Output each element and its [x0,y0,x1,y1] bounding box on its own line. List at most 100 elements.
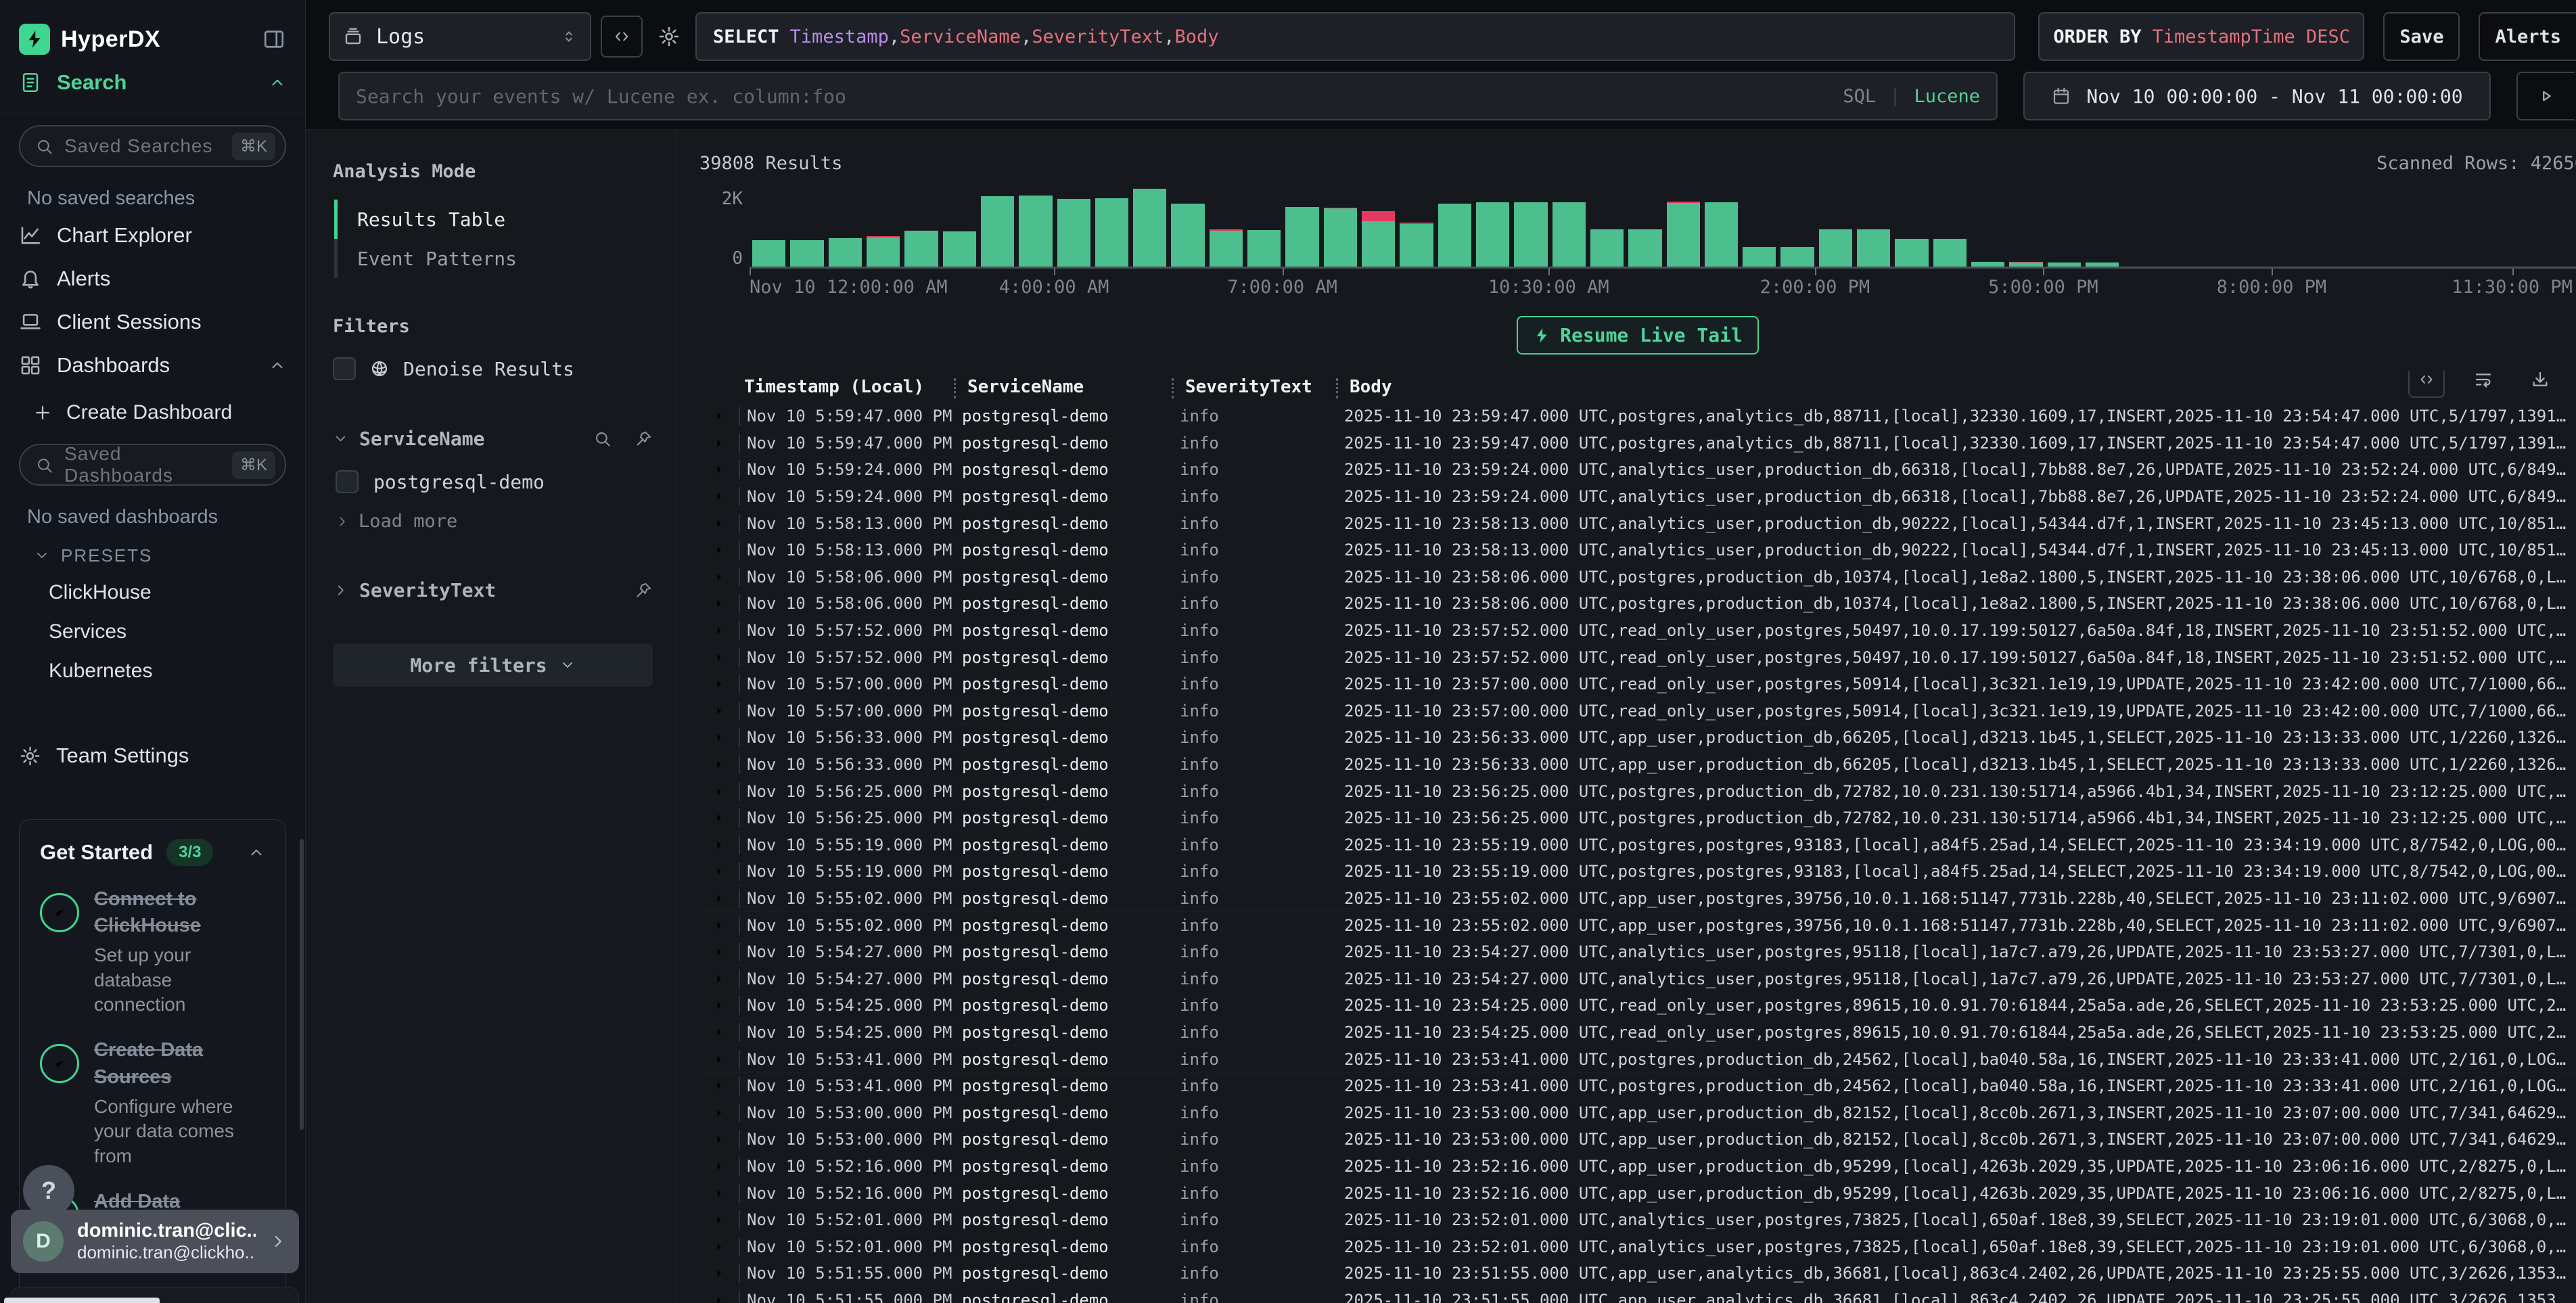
chevron-up-icon[interactable] [248,844,265,861]
row-expand-chevron[interactable] [699,597,739,610]
log-row[interactable]: Nov 10 5:57:00.000 PMpostgresql-demoinfo… [699,698,2576,725]
log-row[interactable]: Nov 10 5:57:52.000 PMpostgresql-demoinfo… [699,644,2576,671]
log-row[interactable]: Nov 10 5:56:33.000 PMpostgresql-demoinfo… [699,752,2576,779]
sidebar-item-dashboards[interactable]: Dashboards [19,344,286,387]
row-expand-chevron[interactable] [699,1026,739,1039]
row-expand-chevron[interactable] [699,999,739,1012]
presets-header[interactable]: PRESETS [19,538,286,573]
row-expand-chevron[interactable] [699,463,739,476]
log-row[interactable]: Nov 10 5:55:19.000 PMpostgresql-demoinfo… [699,859,2576,886]
mode-results-table[interactable]: Results Table [333,200,653,239]
sidebar-item-chart-explorer[interactable]: Chart Explorer [19,214,286,257]
saved-searches-input[interactable]: Saved Searches ⌘K [19,125,286,167]
search-input[interactable]: Search your events w/ Lucene ex. column:… [338,72,1998,120]
source-select[interactable]: Logs [329,12,591,61]
row-expand-chevron[interactable] [699,1240,739,1254]
row-expand-chevron[interactable] [699,1294,739,1303]
column-header-severitytext[interactable]: SeverityText [1180,377,1344,397]
row-expand-chevron[interactable] [699,1213,739,1227]
row-expand-chevron[interactable] [699,811,739,825]
filter-group-severitytext[interactable]: SeverityText [333,579,653,601]
filter-option-checkbox[interactable] [336,470,359,493]
log-row[interactable]: Nov 10 5:54:27.000 PMpostgresql-demoinfo… [699,965,2576,992]
filter-option-postgresql-demo[interactable]: postgresql-demo [333,470,653,493]
row-expand-chevron[interactable] [699,1079,739,1093]
log-row[interactable]: Nov 10 5:59:47.000 PMpostgresql-demoinfo… [699,403,2576,430]
lang-toggle-lucene[interactable]: Lucene [1914,86,1980,107]
alerts-button[interactable]: Alerts [2479,12,2576,61]
create-dashboard-button[interactable]: Create Dashboard [19,392,286,433]
task-item-connect-to-clickhouse[interactable]: Connect to ClickHouseSet up your databas… [40,886,265,1017]
preset-item-clickhouse[interactable]: ClickHouse [19,573,286,612]
log-row[interactable]: Nov 10 5:55:02.000 PMpostgresql-demoinfo… [699,912,2576,939]
edit-source-button[interactable] [601,16,643,58]
log-row[interactable]: Nov 10 5:56:33.000 PMpostgresql-demoinfo… [699,725,2576,752]
pin-icon[interactable] [635,581,653,599]
row-expand-chevron[interactable] [699,785,739,798]
log-row[interactable]: Nov 10 5:59:24.000 PMpostgresql-demoinfo… [699,457,2576,484]
saved-dashboards-input[interactable]: Saved Dashboards ⌘K [19,444,286,486]
row-expand-chevron[interactable] [699,543,739,557]
more-filters-button[interactable]: More filters [333,643,653,687]
row-expand-chevron[interactable] [699,436,739,450]
date-range-picker[interactable]: Nov 10 00:00:00 - Nov 11 00:00:00 [2023,72,2491,120]
row-expand-chevron[interactable] [699,409,739,423]
log-row[interactable]: Nov 10 5:52:01.000 PMpostgresql-demoinfo… [699,1233,2576,1260]
row-expand-chevron[interactable] [699,1187,739,1200]
row-expand-chevron[interactable] [699,624,739,637]
log-row[interactable]: Nov 10 5:53:00.000 PMpostgresql-demoinfo… [699,1099,2576,1126]
log-row[interactable]: Nov 10 5:51:55.000 PMpostgresql-demoinfo… [699,1260,2576,1287]
load-more-button[interactable]: Load more [333,511,653,532]
log-row[interactable]: Nov 10 5:58:13.000 PMpostgresql-demoinfo… [699,537,2576,564]
log-row[interactable]: Nov 10 5:58:06.000 PMpostgresql-demoinfo… [699,564,2576,591]
row-expand-chevron[interactable] [699,490,739,503]
row-expand-chevron[interactable] [699,651,739,664]
search-icon[interactable] [593,430,612,448]
row-expand-chevron[interactable] [699,945,739,959]
select-columns-input[interactable]: SELECT Timestamp,ServiceName,SeverityTex… [695,12,2015,61]
mode-event-patterns[interactable]: Event Patterns [333,239,653,278]
log-row[interactable]: Nov 10 5:59:24.000 PMpostgresql-demoinfo… [699,484,2576,511]
log-row[interactable]: Nov 10 5:51:55.000 PMpostgresql-demoinfo… [699,1287,2576,1303]
log-row[interactable]: Nov 10 5:57:00.000 PMpostgresql-demoinfo… [699,671,2576,698]
log-row[interactable]: Nov 10 5:55:02.000 PMpostgresql-demoinfo… [699,886,2576,913]
filter-group-servicename[interactable]: ServiceName [333,428,653,450]
row-expand-chevron[interactable] [699,919,739,932]
log-row[interactable]: Nov 10 5:53:41.000 PMpostgresql-demoinfo… [699,1073,2576,1100]
task-item-create-data-sources[interactable]: Create Data SourcesConfigure where your … [40,1037,265,1168]
column-header-timestamp[interactable]: Timestamp (Local) [739,377,962,397]
row-expand-chevron[interactable] [699,517,739,530]
resume-live-tail-button[interactable]: Resume Live Tail [1517,316,1759,355]
row-expand-chevron[interactable] [699,1106,739,1120]
order-by-input[interactable]: ORDER BY TimestampTime DESC [2038,12,2364,61]
row-expand-chevron[interactable] [699,570,739,584]
row-expand-chevron[interactable] [699,1160,739,1173]
sidebar-item-team-settings[interactable]: Team Settings [19,734,286,777]
save-button[interactable]: Save [2383,12,2460,61]
column-header-body[interactable]: Body [1344,377,2576,397]
user-menu[interactable]: D dominic.tran@clic... dominic.tran@clic… [11,1210,299,1273]
denoise-checkbox[interactable] [333,357,356,380]
log-row[interactable]: Nov 10 5:52:16.000 PMpostgresql-demoinfo… [699,1180,2576,1207]
row-expand-chevron[interactable] [699,972,739,986]
log-row[interactable]: Nov 10 5:54:25.000 PMpostgresql-demoinfo… [699,992,2576,1020]
row-expand-chevron[interactable] [699,1266,739,1280]
collapse-sidebar-icon[interactable] [262,27,286,51]
log-row[interactable]: Nov 10 5:52:16.000 PMpostgresql-demoinfo… [699,1153,2576,1181]
sidebar-scrollbar[interactable] [300,839,304,1130]
row-expand-chevron[interactable] [699,758,739,771]
log-row[interactable]: Nov 10 5:52:01.000 PMpostgresql-demoinfo… [699,1207,2576,1234]
sidebar-item-alerts[interactable]: Alerts [19,257,286,300]
row-expand-chevron[interactable] [699,892,739,905]
log-row[interactable]: Nov 10 5:53:41.000 PMpostgresql-demoinfo… [699,1046,2576,1073]
row-expand-chevron[interactable] [699,1053,739,1066]
row-expand-chevron[interactable] [699,865,739,878]
run-query-button[interactable] [2516,72,2575,120]
help-button[interactable]: ? [23,1165,74,1216]
log-row[interactable]: Nov 10 5:54:25.000 PMpostgresql-demoinfo… [699,1020,2576,1047]
pin-icon[interactable] [635,430,653,448]
row-expand-chevron[interactable] [699,704,739,718]
download-icon[interactable] [2522,371,2558,398]
log-row[interactable]: Nov 10 5:53:00.000 PMpostgresql-demoinfo… [699,1126,2576,1153]
sidebar-item-client-sessions[interactable]: Client Sessions [19,300,286,344]
